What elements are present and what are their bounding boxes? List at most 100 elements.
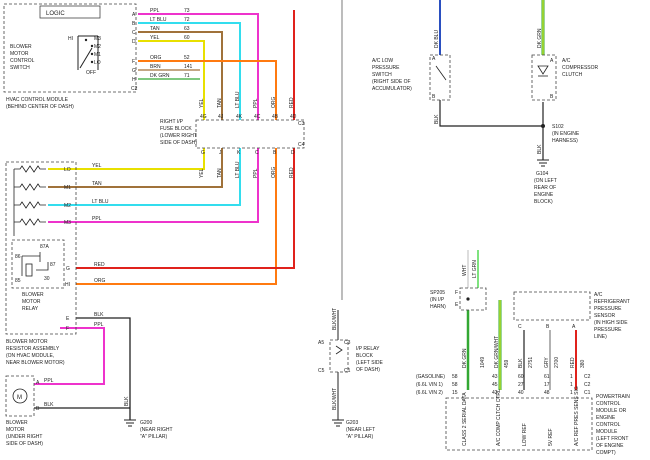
pcm-func-3: LOW REF <box>522 423 528 446</box>
g104-loc-3: ENGINE <box>534 192 554 198</box>
pcm-r3-c3: 40 <box>518 390 524 396</box>
g203-label: G203 <box>346 420 358 426</box>
motor-wire-ppl: PPL <box>44 378 54 384</box>
g200-wire: BLK <box>124 396 130 406</box>
pcm-wire-3-color: BLK <box>518 358 524 368</box>
acsw-pin-a: A <box>432 56 436 62</box>
sp-wire-ltgrn: LT GRN <box>472 260 478 278</box>
switch-label-1: BLOWER <box>10 44 32 50</box>
fuse-col-red-b: RED <box>289 167 295 178</box>
hvac-wire-circ-c: 63 <box>184 26 190 32</box>
g104-label: G104 <box>536 171 548 177</box>
pcm-r1-c5: 1 <box>570 374 573 380</box>
pcm-wire-5-circ: 380 <box>580 359 586 368</box>
motor-label-2: MOTOR <box>6 427 25 433</box>
pcm-wire-3-circ: 2751 <box>528 357 534 368</box>
hvac-wire-color-d: YEL <box>150 35 160 41</box>
pcm-r2-c1: 58 <box>452 382 458 388</box>
sensor-label-5: (IN HIGH SIDE <box>594 320 628 326</box>
fuse-bot-c: C <box>255 150 259 156</box>
sensor-label-4: SENSOR <box>594 313 616 319</box>
pcm-wire-1-color: DK GRN <box>462 348 468 368</box>
relay-wire-red: RED <box>94 262 105 268</box>
assembly-label-2: RESISTOR ASSEMBLY <box>6 346 60 352</box>
fuse-col-org: ORG <box>271 97 277 109</box>
fuse-top-4c: 4C <box>254 114 261 120</box>
motor-label-4: SIDE OF DASH) <box>6 441 43 447</box>
hvac-module-loc: (BEHIND CENTER OF DASH) <box>6 104 74 110</box>
pcm-label-9: COMPT) <box>596 450 616 456</box>
acsw-label-5: ACCUMULATOR) <box>372 86 412 92</box>
relay-pin-hi: HI <box>65 282 70 288</box>
fuse-top-4b: 4B <box>272 114 279 120</box>
blower-switch: HI M3 M2 M1 LO OFF <box>68 35 101 76</box>
pcm-r2-c6: C2 <box>584 382 591 388</box>
pos-hi: HI <box>68 36 73 42</box>
hvac-pin-c: C <box>132 30 136 36</box>
switch-label-4: SWITCH <box>10 65 30 71</box>
ip-relay-wire-1: BLK/WHT <box>332 308 338 330</box>
refrigerant-pressure-sensor: C B A A/C REFRIGERANT PRESSURE SENSOR (I… <box>513 291 630 340</box>
right-ip-fuse-block: RIGHT I/P FUSE BLOCK (LOWER RIGHT SIDE O… <box>160 91 305 178</box>
pos-m2: M2 <box>94 44 101 50</box>
pcm-label-6: MODULE <box>596 429 618 435</box>
sensor-label-6: PRESSURE <box>594 327 622 333</box>
relay-85: 85 <box>15 278 21 284</box>
fuse-top-4j: 4J <box>218 114 224 120</box>
acsw-label-1: A/C LOW <box>372 58 393 64</box>
sp205-loc-2: HARN) <box>430 304 446 310</box>
fuse-top-4d: 4D <box>290 114 297 120</box>
hvac-wire-color-a: PPL <box>150 8 160 14</box>
clutch-pin-b: B <box>550 94 554 100</box>
fuse-top-4g: 4G <box>200 114 207 120</box>
pcm-wire-4-circ: 2700 <box>554 357 560 368</box>
wire-blk-s102 <box>439 100 544 160</box>
pcm-label-3: MODULE OR <box>596 408 627 414</box>
acsw-label-2: PRESSURE <box>372 65 400 71</box>
relay-86: 86 <box>15 254 21 260</box>
sp205-pin-f: F <box>455 290 458 296</box>
fuse-col-red: RED <box>289 97 295 108</box>
pcm-func-2: A/C COMP CLTCH CTRL <box>496 389 502 446</box>
acsw-wire-bottom: BLK <box>434 114 440 124</box>
pcm-label-2: CONTROL <box>596 401 621 407</box>
fuse-label-1: RIGHT I/P <box>160 119 184 125</box>
sp205-label: SP205 <box>430 290 445 296</box>
fuse-col-yel-b: YEL <box>199 168 205 178</box>
hvac-pin-b: B <box>132 21 136 27</box>
pcm-row-3-label: (6.6L VIN 2) <box>416 390 443 396</box>
clutch-label-1: A/C <box>562 58 571 64</box>
hvac-module-name: HVAC CONTROL MODULE <box>6 97 69 103</box>
pcm-label-1: POWERTRAIN <box>596 394 630 400</box>
g203-loc-1: (NEAR LEFT <box>346 427 375 433</box>
pcm-wire-5-color: RED <box>570 357 576 368</box>
clutch-label-2: COMPRESSOR <box>562 65 599 71</box>
g200-label: G200 <box>140 420 152 426</box>
sensor-pin-c: C <box>518 324 522 330</box>
pcm-wire-4-color: GRY <box>544 357 550 368</box>
g200-loc-2: "A" PILLAR) <box>140 434 168 440</box>
sp-wire-wht: WHT <box>462 265 468 276</box>
relay-label-2: MOTOR <box>22 299 41 305</box>
fuse-col-ppl: PPL <box>253 98 259 108</box>
pos-off: OFF <box>86 70 96 76</box>
res-wire-ppl: PPL <box>92 216 102 222</box>
pcm-pin-table: (GASOLINE) 58 43 60 61 1 C2 (6.6L VIN 1)… <box>416 374 591 396</box>
pos-m3: M3 <box>94 36 101 42</box>
clutch-label-3: CLUTCH <box>562 72 583 78</box>
fuse-bot-g: G <box>201 150 205 156</box>
relay-pin-g: G <box>66 266 70 272</box>
fuse-col-yel: YEL <box>199 98 205 108</box>
fuse-col-tan-b: TAN <box>217 168 223 178</box>
acsw-label-4: (RIGHT SIDE OF <box>372 79 411 85</box>
hvac-pin-f: F <box>132 59 135 65</box>
relay-label-1: BLOWER <box>22 292 44 298</box>
g200-loc-1: (NEAR RIGHT <box>140 427 173 433</box>
motor-label-1: BLOWER <box>6 420 28 426</box>
fuse-col-ltblu: LT BLU <box>235 91 241 108</box>
hvac-wire-circ-b: 72 <box>184 17 190 23</box>
acsw-pin-b: B <box>432 94 436 100</box>
pcm-r1-c6: C2 <box>584 374 591 380</box>
switch-label-2: MOTOR <box>10 51 29 57</box>
motor-m-symbol: M <box>17 395 22 401</box>
